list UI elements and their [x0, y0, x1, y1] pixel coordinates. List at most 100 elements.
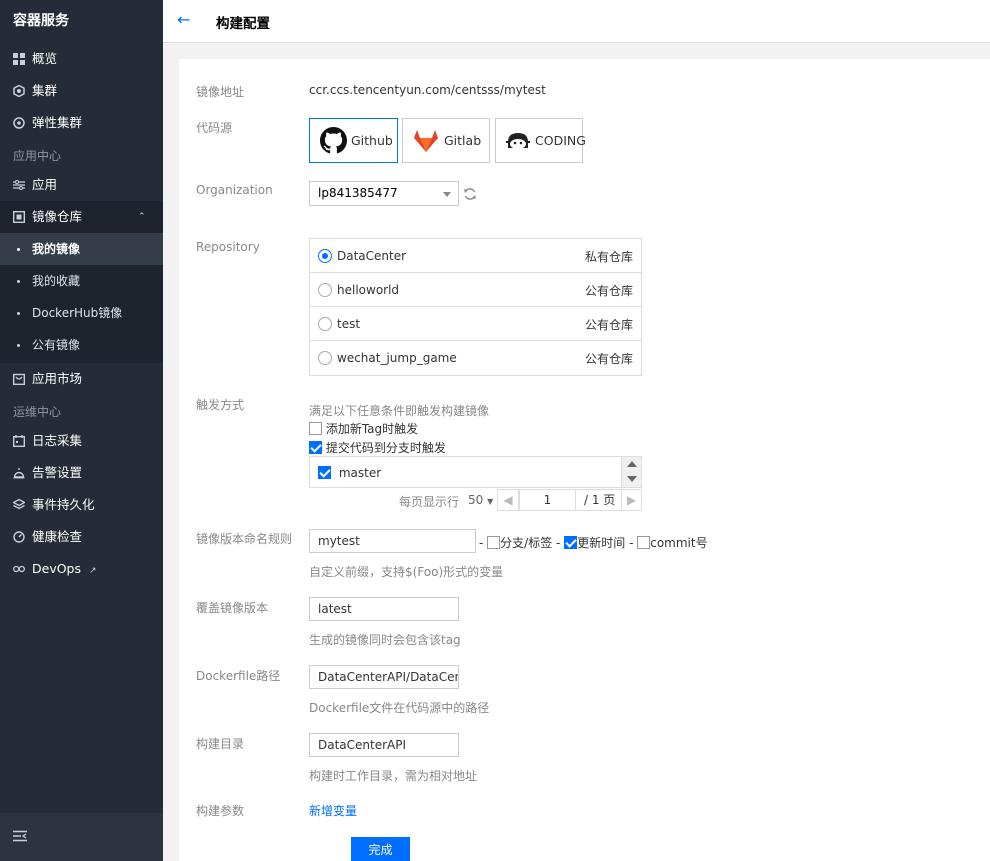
repository-option[interactable]: DataCenter 私有仓库 [310, 239, 641, 273]
organization-select[interactable]: lp841385477 [309, 181, 459, 206]
sidebar-item-label: 我的收藏 [32, 274, 81, 288]
separator: - [479, 536, 484, 550]
page-header: ← 构建配置 [163, 0, 990, 43]
separator: - [629, 536, 634, 550]
next-page-button[interactable]: ▶ [622, 489, 642, 511]
repository-option[interactable]: wechat_jump_game 公有仓库 [310, 341, 641, 375]
build-dir-hint: 构建时工作目录，需为相对地址 [309, 769, 478, 783]
sidebar-item-app[interactable]: 应用 [0, 169, 163, 201]
sidebar-item-app-market[interactable]: 应用市场 [0, 363, 163, 395]
option-update-time: 更新时间 [577, 536, 626, 550]
checkbox-commit[interactable] [637, 536, 651, 549]
caret-down-icon: ▼ [487, 497, 494, 506]
sidebar-item-label: 镜像仓库 [32, 209, 83, 224]
scroll-up-icon[interactable] [627, 461, 637, 467]
elastic-icon [13, 117, 25, 129]
checkbox-branch-tag[interactable] [487, 536, 501, 549]
repository-list: DataCenter 私有仓库 helloworld 公有仓库 test 公有仓… [309, 238, 642, 376]
page-size-label: 每页显示行 [399, 495, 460, 509]
source-coding-button[interactable]: CODING [495, 118, 586, 163]
sidebar-item-label: 弹性集群 [32, 115, 83, 130]
checkbox[interactable] [309, 422, 322, 435]
sidebar-item-elastic-cluster[interactable]: 弹性集群 [0, 107, 163, 139]
back-arrow-icon[interactable]: ← [177, 10, 190, 29]
radio-button[interactable] [318, 351, 332, 365]
sidebar-item-image-registry[interactable]: 镜像仓库 ⌃ [0, 201, 163, 233]
sidebar-item-cluster[interactable]: 集群 [0, 75, 163, 107]
external-link-icon: ↗ [88, 566, 97, 576]
branch-option[interactable]: master [318, 466, 381, 480]
scrollbar[interactable] [621, 457, 641, 487]
sidebar-subitem-dockerhub[interactable]: DockerHub镜像 [0, 297, 163, 329]
naming-rule-input[interactable]: mytest [309, 529, 476, 553]
caret-down-icon [443, 192, 451, 197]
refresh-icon[interactable] [463, 187, 477, 201]
sidebar-item-log[interactable]: 日志采集 [0, 425, 163, 457]
sidebar-item-alarm[interactable]: 告警设置 [0, 457, 163, 489]
grid-icon [13, 53, 25, 65]
trigger-branch-text: 提交代码到分支时触发 [325, 441, 446, 455]
sidebar-section-ops: 运维中心 [13, 405, 62, 419]
sidebar-subitem-my-favorites[interactable]: 我的收藏 [0, 265, 163, 297]
naming-rule-hint: 自定义前缀，支持$(Foo)形式的变量 [309, 565, 504, 579]
scroll-down-icon[interactable] [627, 476, 637, 482]
source-label: CODING [535, 133, 586, 148]
sidebar-item-overview[interactable]: 概览 [0, 43, 163, 75]
checkbox-update-time[interactable] [564, 536, 578, 549]
build-dir-input[interactable]: DataCenterAPI [309, 733, 459, 757]
repository-name: wechat_jump_game [337, 351, 457, 365]
bullet-icon [17, 344, 20, 347]
trigger-branch-option[interactable]: 提交代码到分支时触发 [309, 439, 446, 456]
gauge-icon [13, 531, 25, 543]
sidebar-item-devops[interactable]: DevOps ↗ [0, 553, 163, 585]
radio-button[interactable] [318, 317, 332, 331]
build-config-form: 镜像地址 ccr.ccs.tencentyun.com/centsss/myte… [179, 59, 990, 861]
source-github-button[interactable]: Github [309, 118, 398, 163]
cover-version-hint: 生成的镜像同时会包含该tag [309, 633, 461, 647]
checkbox[interactable] [309, 441, 322, 454]
sidebar-collapse[interactable] [0, 813, 163, 861]
repository-option[interactable]: helloworld 公有仓库 [310, 273, 641, 307]
repository-type: 公有仓库 [584, 284, 633, 298]
sidebar-item-label: 告警设置 [32, 465, 83, 480]
source-gitlab-button[interactable]: Gitlab [402, 118, 490, 163]
trigger-tag-text: 添加新Tag时触发 [325, 422, 419, 436]
radio-button[interactable] [318, 283, 332, 297]
source-label: Github [351, 133, 393, 148]
sidebar-subitem-public-images[interactable]: 公有镜像 [0, 329, 163, 361]
infinity-icon [13, 563, 25, 575]
sidebar-item-label: 事件持久化 [32, 497, 95, 512]
option-branch-tag: 分支/标签 [500, 536, 553, 550]
organization-label: Organization [196, 183, 273, 197]
branch-name: master [338, 466, 382, 480]
done-button[interactable]: 完成 [351, 837, 410, 861]
page-input[interactable]: 1 [519, 489, 576, 511]
chevron-up-icon: ⌃ [138, 212, 146, 222]
dockerfile-path-hint: Dockerfile文件在代码源中的路径 [309, 701, 490, 715]
dockerfile-path-input[interactable]: DataCenterAPI/DataCen [309, 665, 459, 689]
page-total: / 1 页 [576, 489, 622, 511]
trigger-tag-option[interactable]: 添加新Tag时触发 [309, 420, 418, 437]
add-variable-link[interactable]: 新增变量 [309, 802, 357, 819]
repository-option[interactable]: test 公有仓库 [310, 307, 641, 341]
market-icon [13, 373, 25, 385]
app-icon [13, 179, 25, 191]
radio-button[interactable] [318, 249, 332, 263]
repository-type: 公有仓库 [584, 318, 633, 332]
cover-version-input[interactable]: latest [309, 597, 459, 621]
sidebar-item-label: 公有镜像 [32, 338, 81, 352]
page-size-select[interactable]: 50 ▼ [468, 493, 493, 507]
prev-page-button[interactable]: ◀ [497, 489, 519, 511]
repository-name: test [337, 317, 361, 331]
image-address-value: ccr.ccs.tencentyun.com/centsss/mytest [309, 83, 546, 97]
repository-name: DataCenter [337, 249, 407, 263]
repository-label: Repository [196, 240, 260, 254]
sidebar-section-app: 应用中心 [13, 149, 62, 163]
sidebar-subitem-my-images[interactable]: 我的镜像 [0, 233, 163, 265]
sidebar-item-health[interactable]: 健康检查 [0, 521, 163, 553]
sidebar-item-event[interactable]: 事件持久化 [0, 489, 163, 521]
checkbox[interactable] [318, 466, 331, 479]
sidebar-item-label: 应用 [32, 177, 58, 192]
option-commit: commit号 [650, 536, 708, 550]
naming-rule-label: 镜像版本命名规则 [196, 532, 293, 546]
